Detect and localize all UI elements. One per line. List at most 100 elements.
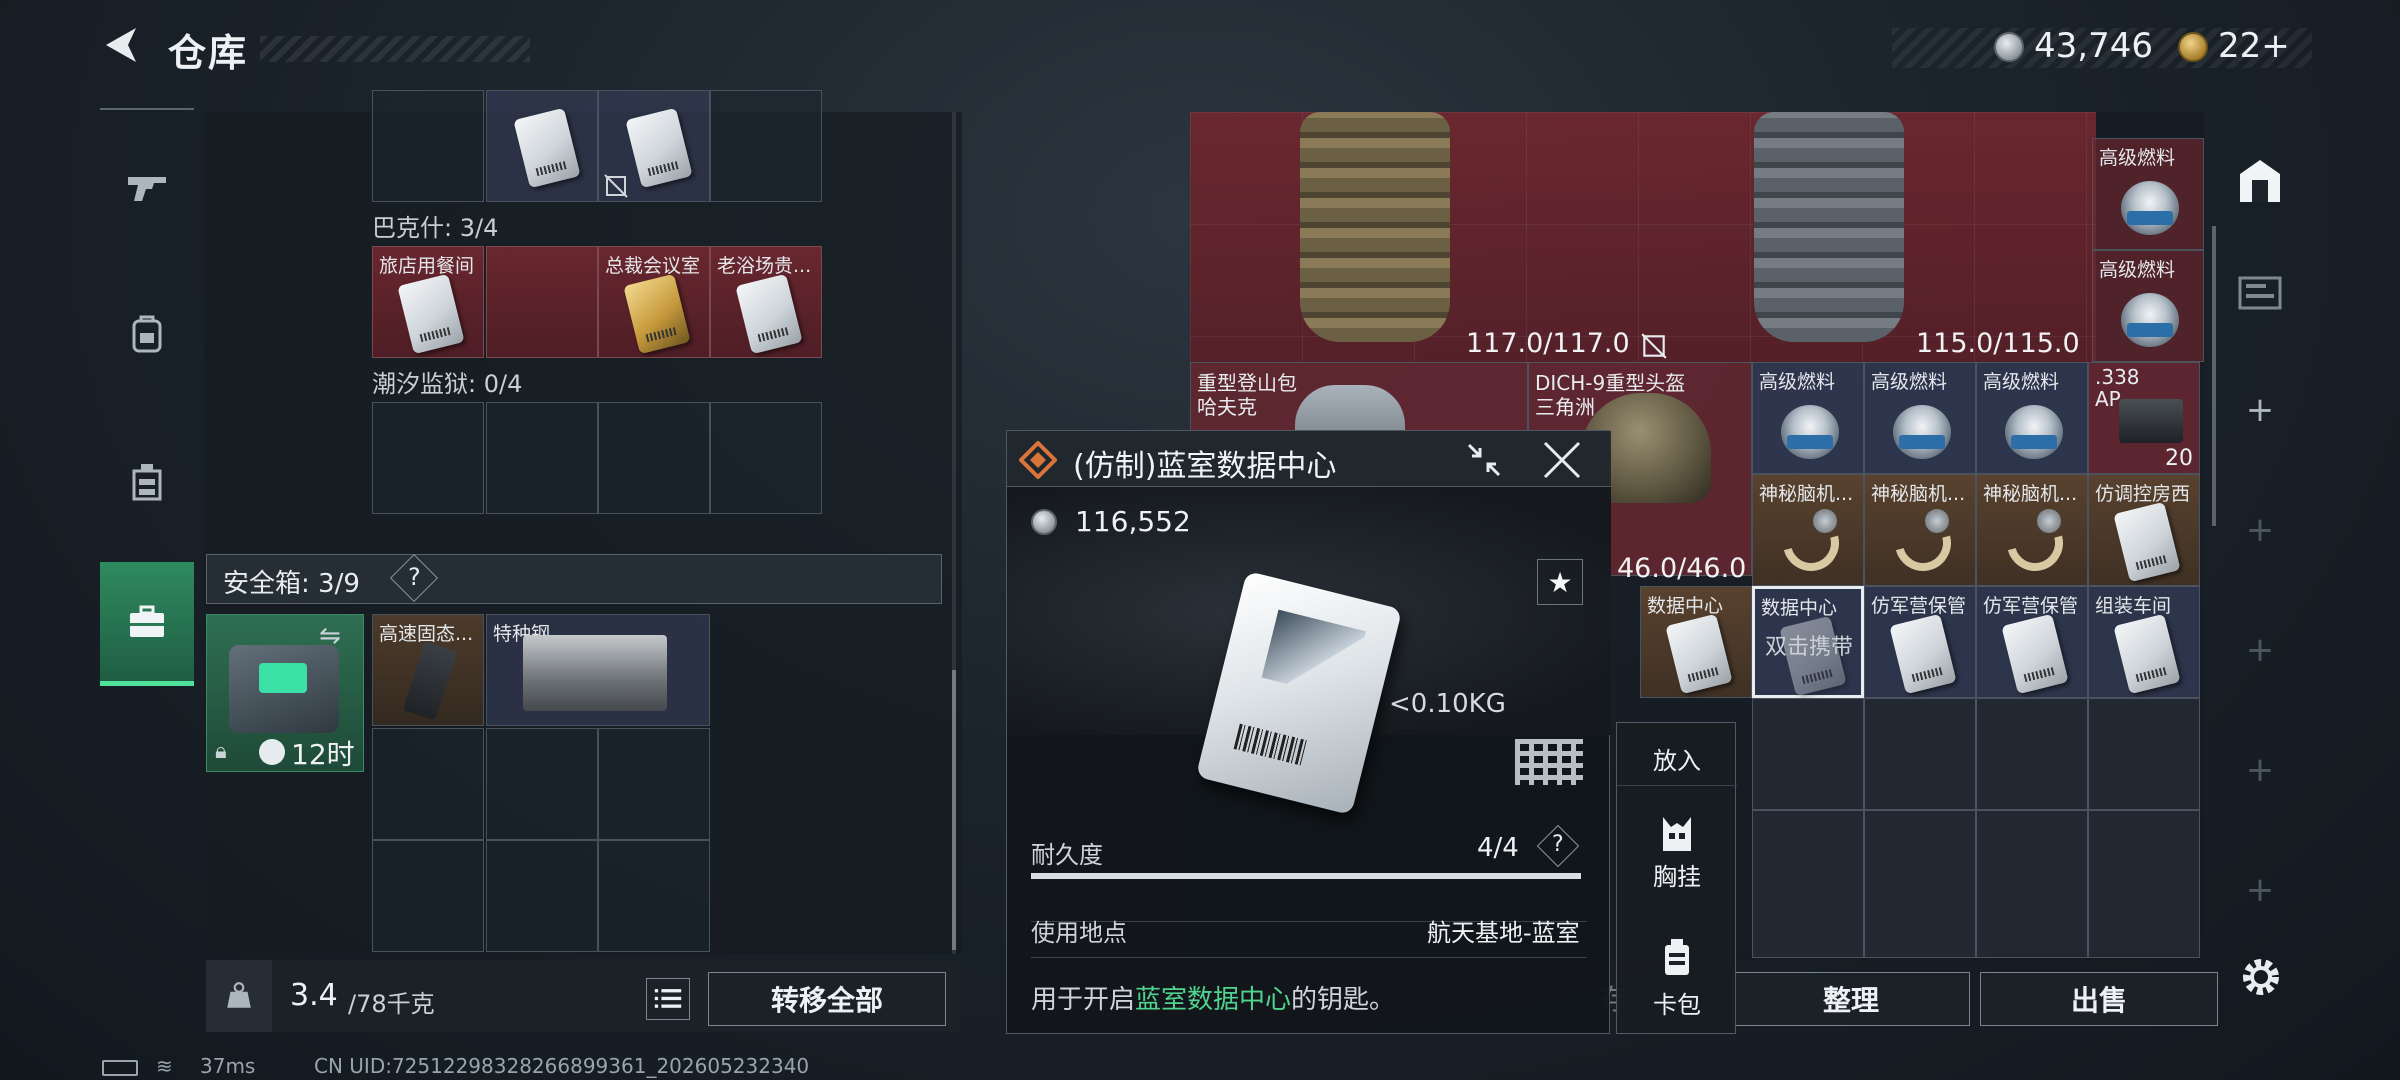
item-preview: 116,552 ★ <0.10KG	[1007, 487, 1611, 816]
storage-cell[interactable]	[598, 402, 710, 514]
gear-icon	[2243, 959, 2279, 995]
tab-backpack[interactable]	[100, 286, 194, 382]
storage-cell[interactable]	[710, 90, 822, 202]
storage-cell[interactable]	[486, 402, 598, 514]
collapse-icon[interactable]	[1465, 441, 1503, 479]
safe-box-item[interactable]: ⇋ 🔒︎ 12时	[206, 614, 364, 772]
safe-cell[interactable]	[598, 728, 710, 840]
card-bag-button[interactable]: 卡包	[1617, 933, 1737, 1020]
put-in-button[interactable]: 放入	[1617, 733, 1737, 783]
armor1-durability: 117.0/117.0	[1466, 328, 1630, 359]
gold-icon	[2178, 32, 2208, 62]
tab-locker[interactable]	[2212, 128, 2308, 232]
armor-vest-icon[interactable]	[1300, 112, 1450, 342]
brain-interface-item[interactable]: 神秘脑机...	[1752, 474, 1864, 586]
safe-box-label: 安全箱: 3/9	[223, 569, 360, 599]
storage-scroll-thumb[interactable]	[952, 670, 956, 950]
safe-item-special-steel[interactable]: 特种钢	[486, 614, 710, 726]
back-button[interactable]	[98, 22, 144, 68]
chest-rig-icon	[1663, 817, 1691, 851]
armor-vest-icon[interactable]	[1754, 112, 1904, 342]
safe-cell[interactable]	[486, 840, 598, 952]
storage-cell[interactable]	[372, 402, 484, 514]
safe-cell[interactable]	[486, 728, 598, 840]
safe-case-icon	[229, 645, 339, 733]
sort-button[interactable]: 整理	[1732, 972, 1970, 1026]
battery-icon	[102, 1060, 138, 1076]
inventory-cell[interactable]	[1976, 810, 2088, 958]
fuel-item[interactable]: 高级燃料	[1752, 362, 1864, 474]
inventory-cell[interactable]	[1976, 698, 2088, 810]
keycard-icon	[2113, 501, 2181, 583]
keycard-icon	[397, 273, 465, 355]
list-view-button[interactable]	[646, 978, 690, 1020]
gold-keycard-icon	[623, 273, 691, 355]
storage-cell[interactable]	[598, 90, 710, 202]
keycard-item[interactable]: 仿军营保管	[1976, 586, 2088, 698]
tab-chest-rig[interactable]	[100, 434, 194, 530]
safe-cell[interactable]	[372, 840, 484, 952]
clock-icon	[259, 739, 285, 765]
durability-fill	[1031, 873, 1581, 879]
swap-icon[interactable]: ⇋	[319, 621, 341, 651]
inventory-cell[interactable]	[1864, 810, 1976, 958]
inventory-cell[interactable]	[1752, 698, 1864, 810]
left-tab-bar	[100, 108, 194, 712]
plus-icon: +	[2245, 510, 2275, 550]
brain-interface-item[interactable]: 神秘脑机...	[1864, 474, 1976, 586]
inventory-cell[interactable]	[1752, 810, 1864, 958]
back-arrow-icon	[106, 28, 136, 62]
settings-button[interactable]	[2236, 952, 2286, 1002]
add-tab-button[interactable]: +	[2212, 478, 2308, 582]
storage-cell[interactable]: 总裁会议室	[598, 246, 710, 358]
fuel-item[interactable]: 高级燃料	[1864, 362, 1976, 474]
safe-cell[interactable]	[598, 840, 710, 952]
favorite-button[interactable]: ★	[1537, 559, 1583, 605]
add-tab-button[interactable]: +	[2212, 838, 2308, 942]
brain-interface-item[interactable]: 神秘脑机...	[1976, 474, 2088, 586]
tab-safe-box[interactable]	[100, 562, 194, 686]
keycard-icon	[735, 273, 803, 355]
durability-value: 4/4	[1477, 833, 1519, 863]
keycard-item[interactable]: 数据中心	[1640, 586, 1752, 698]
close-icon[interactable]	[1541, 439, 1583, 481]
fuel-item[interactable]: 高级燃料	[2092, 250, 2204, 362]
add-tab-button[interactable]: +	[2212, 358, 2308, 462]
safe-item-ssd[interactable]: 高速固态...	[372, 614, 484, 726]
keycard-item[interactable]: 仿调控房西	[2088, 474, 2200, 586]
inventory-cell[interactable]	[1864, 698, 1976, 810]
durability-track	[1031, 873, 1581, 879]
keycard-icon	[513, 107, 581, 189]
selected-keycard-item[interactable]: 数据中心 双击携带	[1752, 586, 1864, 698]
storage-cell[interactable]	[710, 402, 822, 514]
ammo-item[interactable]: .338 AP 20	[2088, 362, 2200, 474]
coin-icon	[1031, 509, 1057, 535]
fuel-item[interactable]: 高级燃料	[2092, 138, 2204, 250]
cable-icon	[1772, 504, 1850, 582]
add-tab-button[interactable]: +	[2212, 718, 2308, 822]
add-tab-button[interactable]: +	[2212, 598, 2308, 702]
storage-cell[interactable]: 旅店用餐间	[372, 246, 484, 358]
coin-balance: 43,746	[2034, 26, 2153, 66]
tab-weapons[interactable]	[100, 138, 194, 234]
keycard-item[interactable]: 仿军营保管	[1864, 586, 1976, 698]
safe-cell[interactable]	[372, 728, 484, 840]
gold-balance[interactable]: 22+	[2218, 26, 2290, 66]
keycard-icon	[2113, 613, 2181, 695]
keycard-item[interactable]: 组装车间	[2088, 586, 2200, 698]
fuel-can-icon	[2121, 181, 2179, 235]
ping-readout: 37ms	[200, 1054, 256, 1078]
broken-icon	[604, 174, 628, 198]
storage-cell[interactable]	[486, 246, 598, 358]
tab-card-case[interactable]	[2212, 240, 2308, 344]
chest-rig-button[interactable]: 胸挂	[1617, 813, 1737, 892]
storage-cell[interactable]	[486, 90, 598, 202]
transfer-all-button[interactable]: 转移全部	[708, 972, 946, 1026]
sell-button[interactable]: 出售	[1980, 972, 2218, 1026]
inventory-cell[interactable]	[2088, 698, 2200, 810]
storage-cell[interactable]: 老浴场贵...	[710, 246, 822, 358]
inventory-cell[interactable]	[2088, 810, 2200, 958]
storage-cell[interactable]	[372, 90, 484, 202]
use-location-label: 使用地点	[1031, 919, 1127, 947]
fuel-item[interactable]: 高级燃料	[1976, 362, 2088, 474]
